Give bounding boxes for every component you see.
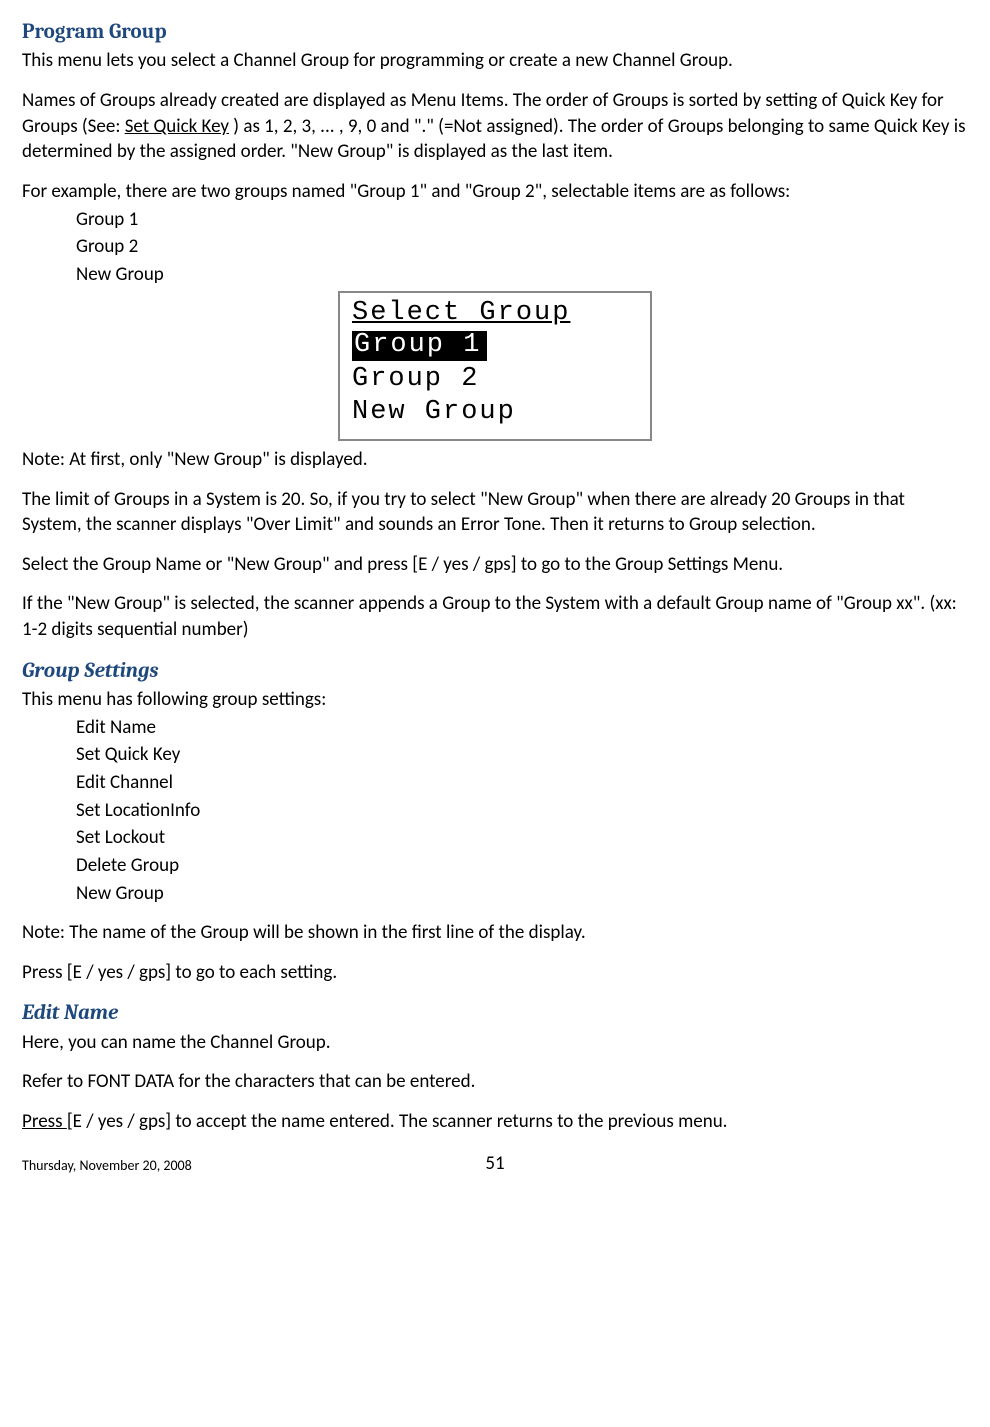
footer-page-number: 51 bbox=[337, 1151, 652, 1177]
heading-edit-name: Edit Name bbox=[22, 999, 968, 1027]
list-item: Edit Name bbox=[76, 715, 968, 741]
gs-press: Press [E / yes / gps] to go to each sett… bbox=[22, 960, 968, 986]
en-p2: Refer to FONT DATA for the characters th… bbox=[22, 1069, 968, 1095]
footer-date: Thursday, November 20, 2008 bbox=[22, 1157, 337, 1176]
heading-program-group: Program Group bbox=[22, 18, 968, 46]
list-item: Group 1 bbox=[76, 207, 968, 233]
list-item: Set LocationInfo bbox=[76, 798, 968, 824]
pg-p6: If the "New Group" is selected, the scan… bbox=[22, 591, 968, 642]
pg-example-list: Group 1 Group 2 New Group bbox=[22, 207, 968, 288]
pg-note1: Note: At first, only "New Group" is disp… bbox=[22, 447, 968, 473]
heading-group-settings: Group Settings bbox=[22, 657, 968, 685]
page-footer: Thursday, November 20, 2008 51 bbox=[22, 1151, 968, 1177]
lcd-row-0: Group 1 bbox=[350, 330, 640, 362]
lcd-row-2: New Group bbox=[350, 397, 640, 429]
pg-p5: Select the Group Name or "New Group" and… bbox=[22, 552, 968, 578]
en-p3-press: Press bbox=[22, 1110, 67, 1133]
pg-p3: For example, there are two groups named … bbox=[22, 179, 968, 205]
list-item: Group 2 bbox=[76, 234, 968, 260]
gs-items: Edit Name Set Quick Key Edit Channel Set… bbox=[22, 715, 968, 906]
list-item: New Group bbox=[76, 262, 968, 288]
en-p3: Press [E / yes / gps] to accept the name… bbox=[22, 1109, 968, 1135]
list-item: Delete Group bbox=[76, 853, 968, 879]
lcd-title: Select Group bbox=[350, 299, 640, 327]
pg-p4: The limit of Groups in a System is 20. S… bbox=[22, 487, 968, 538]
pg-p2: Names of Groups already created are disp… bbox=[22, 88, 968, 165]
lcd-selected-row: Group 1 bbox=[352, 331, 487, 361]
list-item: New Group bbox=[76, 881, 968, 907]
list-item: Edit Channel bbox=[76, 770, 968, 796]
list-item: Set Lockout bbox=[76, 825, 968, 851]
list-item: Set Quick Key bbox=[76, 742, 968, 768]
gs-intro: This menu has following group settings: bbox=[22, 687, 968, 713]
en-p3-rest: [E / yes / gps] to accept the name enter… bbox=[67, 1110, 728, 1133]
lcd-panel: Select Group Group 1 Group 2 New Group bbox=[338, 291, 652, 440]
en-p1: Here, you can name the Channel Group. bbox=[22, 1030, 968, 1056]
gs-note: Note: The name of the Group will be show… bbox=[22, 920, 968, 946]
pg-p1: This menu lets you select a Channel Grou… bbox=[22, 48, 968, 74]
link-set-quick-key[interactable]: Set Quick Key bbox=[125, 115, 229, 138]
lcd-row-1: Group 2 bbox=[350, 364, 640, 396]
lcd-screenshot: Select Group Group 1 Group 2 New Group bbox=[22, 291, 968, 440]
